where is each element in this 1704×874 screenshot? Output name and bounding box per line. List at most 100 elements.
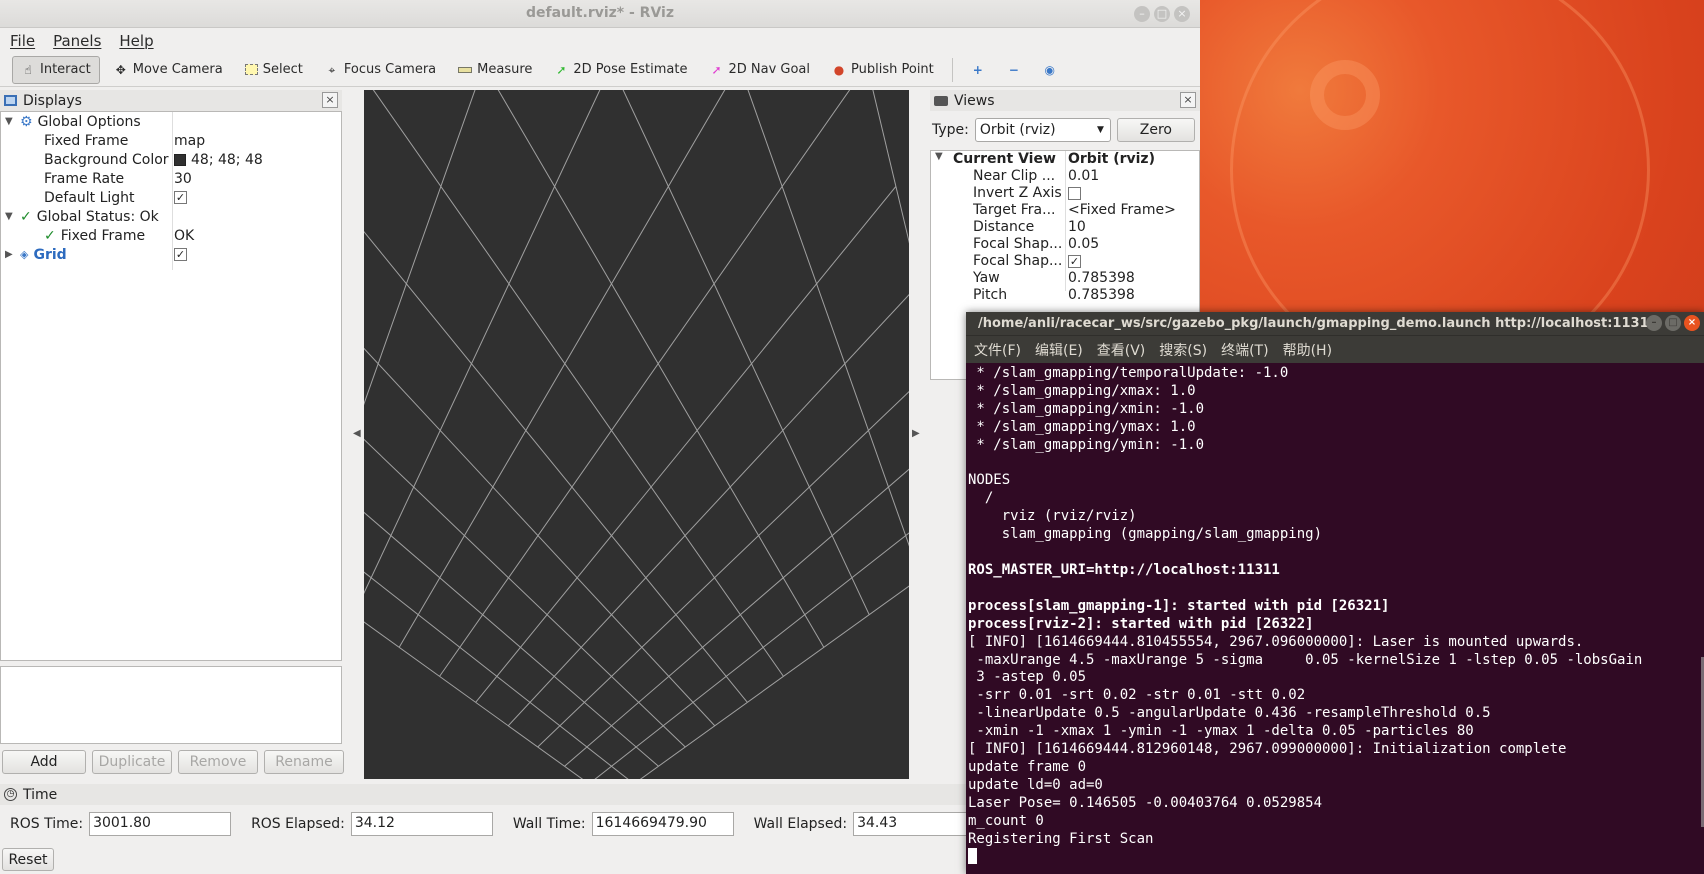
terminal-menu-file[interactable]: 文件(F)	[974, 340, 1021, 360]
global-options-row[interactable]: ▼ ⚙ Global Options	[1, 112, 341, 131]
menu-help[interactable]: Help	[119, 32, 153, 50]
expand-arrow-icon[interactable]: ▶	[5, 249, 15, 260]
check-icon: ✓	[44, 227, 56, 244]
property-value[interactable]: 0.785398	[1068, 287, 1135, 303]
view-property-row[interactable]: Target Fra... <Fixed Frame>	[931, 202, 1199, 219]
menu-file[interactable]: File	[10, 32, 35, 50]
terminal-menu-help[interactable]: 帮助(H)	[1283, 340, 1332, 360]
property-value[interactable]: <Fixed Frame>	[1068, 202, 1176, 218]
close-icon[interactable]: ×	[1180, 92, 1196, 108]
duplicate-button[interactable]: Duplicate	[92, 750, 172, 774]
zero-button[interactable]: Zero	[1116, 118, 1195, 142]
property-value[interactable]: 0.785398	[1068, 270, 1135, 286]
ros-time-field[interactable]: 3001.80	[89, 812, 232, 836]
plus-icon: +	[972, 62, 983, 77]
terminal-menu-terminal[interactable]: 终端(T)	[1221, 340, 1268, 360]
close-icon[interactable]: ×	[1174, 6, 1190, 22]
view-property-row[interactable]: Focal Shap... ✓	[931, 253, 1199, 270]
property-value[interactable]: 10	[1068, 219, 1086, 235]
rviz-titlebar[interactable]: default.rviz* - RViz – □ ×	[0, 0, 1200, 28]
displays-tree: ▼ ⚙ Global Options Fixed Frame map Backgro…	[0, 111, 342, 661]
collapse-right-arrow-icon[interactable]: ▶	[912, 428, 920, 439]
current-view-row[interactable]: ▼ Current View Orbit (rviz)	[931, 151, 1199, 168]
default-light-row[interactable]: Default Light ✓	[1, 188, 341, 207]
tree-label: Background Color	[44, 151, 169, 168]
2d-nav-goal-tool-button[interactable]: ➚ 2D Nav Goal	[701, 56, 818, 84]
expand-arrow-icon[interactable]: ▼	[935, 151, 945, 162]
background-color-row[interactable]: Background Color 48; 48; 48	[1, 150, 341, 169]
grid-line	[364, 571, 629, 779]
frame-rate-row[interactable]: Frame Rate 30	[1, 169, 341, 188]
maximize-icon[interactable]: □	[1154, 6, 1170, 22]
view-property-row[interactable]: Distance 10	[931, 219, 1199, 236]
background-color-value[interactable]: 48; 48; 48	[191, 152, 263, 168]
grid-line	[564, 468, 909, 767]
remove-button[interactable]: Remove	[178, 750, 258, 774]
focal-shape-checkbox[interactable]: ✓	[1068, 255, 1081, 268]
property-value[interactable]: 0.05	[1068, 236, 1099, 252]
ros-elapsed-label: ROS Elapsed:	[251, 816, 345, 832]
property-value[interactable]: 0.01	[1068, 168, 1099, 184]
view-options-button[interactable]: ◉	[1035, 56, 1065, 84]
fixed-frame-value[interactable]: map	[174, 133, 205, 149]
grid-display-row[interactable]: ▶ ◈ Grid ✓	[1, 245, 341, 264]
global-status-row[interactable]: ▼ ✓ Global Status: Ok	[1, 207, 341, 226]
view-property-row[interactable]: Near Clip ... 0.01	[931, 168, 1199, 185]
ros-elapsed-field[interactable]: 34.12	[350, 812, 493, 836]
3d-render-view[interactable]	[364, 90, 909, 779]
close-icon[interactable]: ×	[1684, 315, 1700, 331]
menu-panels[interactable]: Panels	[53, 32, 101, 50]
display-description-box	[0, 666, 342, 744]
grid-line	[364, 90, 612, 536]
focus-camera-tool-button[interactable]: ⌖ Focus Camera	[317, 56, 444, 84]
terminal-window[interactable]: /home/anli/racecar_ws/src/gazebo_pkg/lau…	[966, 312, 1704, 874]
minimize-icon[interactable]: –	[1646, 315, 1662, 331]
add-button[interactable]: Add	[2, 750, 86, 774]
minimize-icon[interactable]: –	[1134, 6, 1150, 22]
wall-elapsed-label: Wall Elapsed:	[753, 816, 848, 832]
terminal-line: -srr 0.01 -srt 0.02 -str 0.01 -stt 0.02	[968, 687, 1306, 704]
interact-tool-button[interactable]: ☝ Interact	[12, 55, 100, 84]
terminal-line: -xmin -1 -xmax 1 -ymin -1 -ymax 1 -delta…	[968, 723, 1474, 740]
monitor-icon	[4, 95, 17, 106]
expand-arrow-icon[interactable]: ▼	[5, 211, 15, 222]
default-light-checkbox[interactable]: ✓	[174, 191, 187, 204]
2d-pose-estimate-tool-button[interactable]: ➚ 2D Pose Estimate	[546, 56, 695, 84]
measure-tool-button[interactable]: Measure	[450, 56, 540, 84]
close-icon[interactable]: ×	[322, 92, 338, 108]
frame-rate-value[interactable]: 30	[174, 171, 192, 187]
select-tool-button[interactable]: Select	[237, 56, 311, 84]
terminal-menu-view[interactable]: 查看(V)	[1097, 340, 1146, 360]
collapse-left-arrow-icon[interactable]: ◀	[353, 428, 361, 439]
tool-label: Measure	[477, 62, 533, 77]
invert-z-checkbox[interactable]	[1068, 187, 1081, 200]
view-property-row[interactable]: Yaw 0.785398	[931, 270, 1199, 287]
move-camera-tool-button[interactable]: ✥ Move Camera	[106, 56, 231, 84]
terminal-menu-edit[interactable]: 编辑(E)	[1035, 340, 1083, 360]
views-panel-header: Views ×	[930, 90, 1200, 111]
fixed-frame-row[interactable]: Fixed Frame map	[1, 131, 341, 150]
wall-time-field[interactable]: 1614669479.90	[591, 812, 734, 836]
publish-point-tool-button[interactable]: ● Publish Point	[824, 56, 942, 84]
remove-tool-button[interactable]: −	[999, 56, 1029, 84]
grid-line	[364, 90, 601, 595]
terminal-output[interactable]: * /slam_gmapping/temporalUpdate: -1.0 * …	[966, 363, 1704, 868]
terminal-line: m_count 0	[968, 812, 1044, 829]
view-property-row[interactable]: Focal Shap... 0.05	[931, 236, 1199, 253]
color-swatch[interactable]	[174, 153, 186, 166]
rename-button[interactable]: Rename	[264, 750, 344, 774]
status-fixed-frame-row[interactable]: ✓ Fixed Frame OK	[1, 226, 341, 245]
maximize-icon[interactable]: □	[1665, 315, 1681, 331]
reset-button[interactable]: Reset	[2, 848, 54, 871]
view-property-row[interactable]: Pitch 0.785398	[931, 287, 1199, 304]
view-property-row[interactable]: Invert Z Axis	[931, 185, 1199, 202]
expand-arrow-icon[interactable]: ▼	[5, 116, 15, 127]
terminal-titlebar[interactable]: /home/anli/racecar_ws/src/gazebo_pkg/lau…	[966, 312, 1704, 335]
tree-label: Focal Shap...	[973, 236, 1061, 252]
hand-icon: ☝	[24, 62, 32, 77]
view-type-select[interactable]: Orbit (rviz) ▼	[974, 118, 1111, 142]
add-tool-button[interactable]: +	[963, 56, 993, 84]
terminal-menu-search[interactable]: 搜索(S)	[1159, 340, 1207, 360]
grid-enabled-checkbox[interactable]: ✓	[174, 248, 187, 261]
